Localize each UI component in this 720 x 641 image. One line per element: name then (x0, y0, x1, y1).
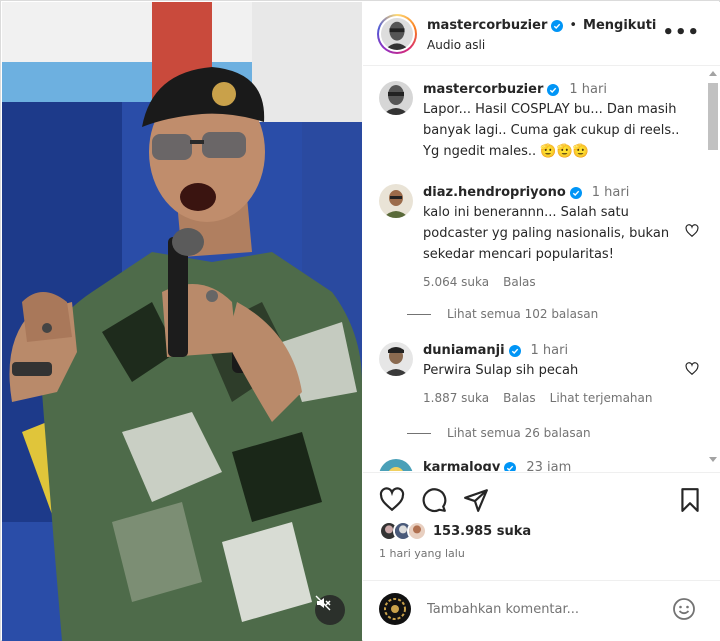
verified-icon (504, 462, 517, 471)
mute-icon (315, 595, 331, 611)
comment-item: diaz.hendropriyono 1 hari kalo ini bener… (379, 184, 699, 294)
translate-button[interactable]: Lihat terjemahan (550, 391, 653, 405)
avatar[interactable] (379, 184, 413, 218)
reply-button[interactable]: Balas (503, 391, 536, 405)
share-icon[interactable] (463, 487, 489, 513)
comment-username[interactable]: karmalogy (423, 459, 500, 471)
heart-icon[interactable] (685, 224, 699, 238)
comment-item: karmalogy 23 jam (379, 459, 699, 471)
verified-icon (508, 345, 521, 357)
comment-text: kalo ini benerannn... Salah satu podcast… (423, 205, 670, 262)
view-replies-button[interactable]: Lihat semua 102 balasan (407, 307, 598, 321)
comment-item: duniamanji 1 hari Perwira Sulap sih peca… (379, 342, 699, 412)
comment-input[interactable] (427, 599, 647, 619)
bookmark-icon[interactable] (677, 487, 703, 513)
verified-icon (569, 187, 582, 199)
comment-time[interactable]: 1 hari (592, 184, 630, 202)
post-media[interactable] (2, 2, 362, 641)
audio-label[interactable]: Audio asli (427, 38, 485, 52)
comment-time[interactable]: 1 hari (531, 342, 569, 360)
scroll-down-arrow[interactable] (709, 457, 717, 462)
scroll-up-arrow[interactable] (709, 71, 717, 76)
likes-count[interactable]: 153.985 suka (433, 524, 531, 539)
post-date[interactable]: 1 hari yang lalu (379, 547, 465, 560)
post-side-panel: mastercorbuzier • Mengikuti Audio asli •… (363, 2, 720, 641)
action-divider (363, 472, 720, 473)
post-video-frame (2, 2, 362, 641)
avatar[interactable] (379, 459, 413, 471)
liker-avatar (407, 521, 427, 541)
comment-username[interactable]: mastercorbuzier (423, 81, 543, 99)
heart-icon[interactable] (685, 362, 699, 376)
comment-likes[interactable]: 5.064 suka (423, 275, 489, 289)
add-comment-bar (363, 580, 720, 641)
verified-icon (551, 19, 564, 32)
reply-button[interactable]: Balas (503, 275, 536, 289)
header-separator: • (569, 18, 578, 33)
comment-time[interactable]: 23 jam (526, 459, 571, 471)
emoji-icon[interactable] (672, 597, 696, 621)
comment-username[interactable]: diaz.hendropriyono (423, 184, 566, 202)
scrollbar-thumb[interactable] (708, 83, 718, 150)
view-replies-button[interactable]: Lihat semua 26 balasan (407, 426, 591, 440)
avatar[interactable] (379, 342, 413, 376)
verified-icon (547, 84, 560, 96)
caption: mastercorbuzier 1 hari Lapor... Hasil CO… (379, 81, 699, 161)
header-username[interactable]: mastercorbuzier (427, 18, 547, 33)
comment-icon[interactable] (421, 487, 447, 513)
avatar (379, 593, 411, 625)
comments-list[interactable]: mastercorbuzier 1 hari Lapor... Hasil CO… (363, 67, 720, 471)
likes-summary[interactable]: 153.985 suka (379, 521, 531, 541)
caption-text: Lapor... Hasil COSPLAY bu... Dan masih b… (423, 102, 680, 159)
following-button[interactable]: Mengikuti (583, 18, 656, 33)
post-modal: mastercorbuzier • Mengikuti Audio asli •… (0, 0, 720, 641)
comment-text: Perwira Sulap sih pecah (423, 363, 579, 378)
post-header: mastercorbuzier • Mengikuti Audio asli •… (363, 2, 720, 66)
comment-time[interactable]: 1 hari (569, 81, 607, 99)
view-replies-label: Lihat semua 102 balasan (447, 307, 599, 321)
heart-icon[interactable] (379, 487, 405, 513)
view-replies-label: Lihat semua 26 balasan (447, 426, 591, 440)
avatar[interactable] (379, 81, 413, 115)
story-ring[interactable] (377, 14, 417, 54)
comment-username[interactable]: duniamanji (423, 342, 505, 360)
avatar (381, 18, 413, 50)
more-icon[interactable]: ••• (662, 24, 700, 42)
comment-likes[interactable]: 1.887 suka (423, 391, 489, 405)
mute-button[interactable] (315, 595, 345, 625)
